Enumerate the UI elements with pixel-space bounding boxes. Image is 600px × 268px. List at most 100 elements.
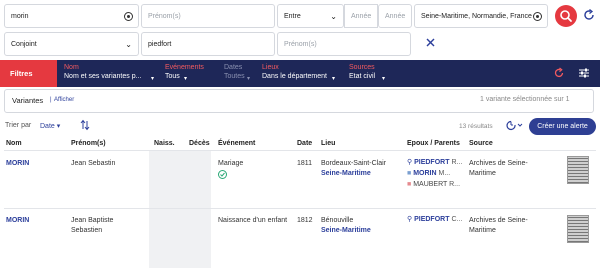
row-prenom: Jean Baptiste Sebastien (71, 217, 114, 235)
year-to-field[interactable]: Année (378, 4, 412, 28)
date-mode-value: Entre (284, 12, 301, 20)
relation-firstname-field[interactable]: Prénom(s) (277, 32, 411, 56)
spouse-icon: ⚲ (407, 159, 413, 166)
search-icon (560, 10, 572, 22)
row-lieu-ville: Bénouville (321, 217, 354, 224)
empty-cell-shading (149, 209, 211, 268)
place-field[interactable]: Seine-Maritime, Normandie, France (414, 4, 548, 28)
sort-arrows-icon (80, 119, 90, 131)
row-date: 1811 (297, 160, 313, 167)
filter-dates-label: Dates (224, 64, 243, 71)
filters-toggle-label: Filtres (10, 69, 33, 78)
relation-entry[interactable]: ■ MORIN M... (407, 169, 450, 179)
check-circle-icon (218, 170, 227, 179)
search-button[interactable] (555, 5, 577, 27)
caret-down-icon: ▾ (247, 76, 251, 82)
row-lieu-dept[interactable]: Seine-Maritime (321, 226, 371, 236)
clear-surname-icon[interactable] (124, 12, 133, 21)
relation-surname-value: piedfort (148, 40, 172, 48)
relation-firstname-placeholder: Prénom(s) (284, 40, 317, 48)
relation-surname-field[interactable]: piedfort (141, 32, 275, 56)
row-lieu-dept[interactable]: Seine-Maritime (321, 169, 371, 179)
sort-select[interactable]: Date ▾ (40, 122, 60, 130)
relation-entry[interactable]: ■ MAUBERT R... (407, 180, 460, 190)
date-mode-select[interactable]: Entre ⌄ (277, 4, 344, 28)
column-header-source[interactable]: Source (469, 140, 493, 147)
record-thumbnail[interactable] (567, 156, 589, 184)
history-button[interactable] (506, 119, 524, 133)
column-header-nom[interactable]: Nom (6, 140, 22, 147)
column-header-date[interactable]: Date (297, 140, 312, 147)
row-source: Archives de Seine-Maritime (469, 160, 528, 178)
filter-dates[interactable]: Dates Toutes (224, 63, 245, 81)
row-nom[interactable]: MORIN (6, 159, 29, 169)
relation-given: R... (449, 181, 461, 188)
relation-surname: MAUBERT (413, 181, 448, 188)
variants-title: Variantes (12, 96, 44, 105)
relation-type-value: Conjoint (11, 40, 37, 48)
sort-label: Trier par (5, 122, 32, 129)
empty-cell-shading (149, 151, 211, 208)
relation-surname: PIEDFORT (414, 159, 450, 166)
filter-name[interactable]: Nom Nom et ses variantes p... (64, 63, 141, 81)
row-nom[interactable]: MORIN (6, 216, 29, 226)
surname-value: morin (11, 12, 29, 20)
sliders-icon (579, 68, 589, 78)
year-from-field[interactable]: Année (344, 4, 378, 28)
clear-place-icon[interactable] (533, 12, 542, 21)
filter-sources[interactable]: Sources Etat civil (349, 63, 375, 81)
filter-events-label: Evénements (165, 64, 204, 71)
relation-surname: PIEDFORT (414, 216, 450, 223)
column-header-lieu[interactable]: Lieu (321, 140, 335, 147)
chevron-down-icon: ⌄ (330, 12, 337, 21)
relation-given: M... (438, 170, 451, 177)
filter-sources-label: Sources (349, 64, 375, 71)
firstname-field[interactable]: Prénom(s) (141, 4, 275, 28)
filters-toggle-button[interactable]: Filtres (0, 60, 57, 87)
place-value: Seine-Maritime, Normandie, France (421, 12, 532, 20)
filter-sources-value: Etat civil (349, 73, 376, 81)
history-icon (506, 120, 523, 131)
reset-filters-button[interactable] (553, 67, 565, 81)
caret-down-icon: ▾ (184, 76, 188, 82)
relation-given: C... (451, 216, 463, 223)
row-evenement: Naissance d'un enfant (218, 217, 288, 224)
relation-type-select[interactable]: Conjoint ⌄ (4, 32, 139, 56)
row-date: 1812 (297, 217, 313, 224)
filter-places[interactable]: Lieux Dans le département (262, 63, 327, 81)
row-prenom: Jean Sebastin (71, 160, 116, 167)
variants-show-link[interactable]: Afficher (54, 97, 74, 103)
results-count: 13 résultats (459, 123, 493, 130)
filter-settings-button[interactable] (578, 67, 590, 81)
column-header-evenement[interactable]: Événement (218, 140, 255, 147)
column-header-epoux-parents[interactable]: Epoux / Parents (407, 140, 460, 147)
relation-given: R... (451, 159, 463, 166)
reset-search-button[interactable] (582, 8, 596, 24)
mother-icon: ■ (407, 181, 412, 188)
firstname-placeholder: Prénom(s) (148, 12, 181, 20)
row-evenement: Mariage (218, 160, 244, 167)
father-icon: ■ (407, 170, 412, 177)
remove-relation-button[interactable] (424, 36, 438, 52)
caret-down-icon: ▾ (332, 76, 336, 82)
chevron-down-icon: ⌄ (125, 40, 132, 49)
column-header-deces[interactable]: Décès (189, 140, 210, 147)
record-thumbnail[interactable] (567, 215, 589, 243)
filter-dates-value: Toutes (224, 73, 245, 81)
close-icon (426, 38, 435, 47)
sort-direction-button[interactable] (80, 119, 90, 133)
variants-selection-status: 1 variante sélectionnée sur 1 (480, 96, 570, 103)
reset-icon (584, 8, 594, 20)
caret-down-icon: ▾ (56, 123, 61, 130)
create-alert-label: Créer une alerte (537, 123, 588, 130)
surname-field[interactable]: morin (4, 4, 139, 28)
column-header-prenoms[interactable]: Prénom(s) (71, 140, 106, 147)
relation-entry[interactable]: ⚲ PIEDFORT R... (407, 158, 462, 168)
filter-places-value: Dans le département (262, 73, 327, 81)
row-source: Archives de Seine-Maritime (469, 217, 528, 235)
caret-down-icon: ▾ (151, 76, 155, 82)
relation-entry[interactable]: ⚲ PIEDFORT C... (407, 215, 465, 225)
column-header-naissance[interactable]: Naiss. (154, 140, 175, 147)
create-alert-button[interactable]: Créer une alerte (529, 118, 596, 135)
spouse-icon: ⚲ (407, 216, 413, 223)
